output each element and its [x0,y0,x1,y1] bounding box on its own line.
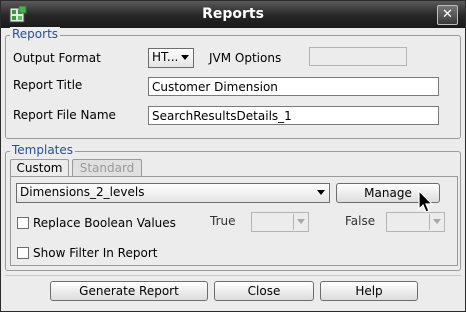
false-label: False [345,214,376,228]
close-window-button[interactable]: ✕ [437,5,458,25]
chevron-down-icon [297,219,305,224]
replace-boolean-checkbox[interactable] [17,217,29,229]
templates-group-legend: Templates [10,143,76,157]
output-format-select[interactable]: HT... [148,48,194,68]
chevron-down-icon [433,219,441,224]
show-filter-checkbox[interactable] [17,247,29,259]
template-select-value: Dimensions_2_levels [20,185,145,199]
output-format-label: Output Format [13,51,101,65]
title-bar[interactable]: Reports ✕ [1,1,465,28]
chevron-down-icon [181,55,189,60]
generate-report-button[interactable]: Generate Report [50,281,208,301]
true-value-select[interactable] [251,212,309,232]
help-button[interactable]: Help [320,281,418,301]
dialog-title: Reports [202,6,264,22]
report-file-name-label: Report File Name [13,108,116,122]
report-title-label: Report Title [13,78,83,92]
button-bar-separator [5,275,461,276]
chevron-down-icon [317,190,325,195]
jvm-options-field[interactable] [309,47,407,66]
mouse-pointer-icon [418,190,434,213]
output-format-value: HT... [152,50,179,64]
template-select[interactable]: Dimensions_2_levels [16,183,330,203]
reports-dialog: Reports ✕ Reports Output Format HT... JV… [0,0,466,312]
report-title-field[interactable]: Customer Dimension [148,77,439,96]
jvm-options-label: JVM Options [209,51,282,65]
false-value-select[interactable] [386,212,445,232]
tab-standard[interactable]: Standard [72,159,142,177]
tab-custom[interactable]: Custom [10,159,69,177]
true-label: True [210,214,236,228]
reports-group-legend: Reports [10,27,61,41]
report-file-name-field[interactable]: SearchResultsDetails_1 [148,106,439,125]
replace-boolean-label: Replace Boolean Values [33,216,176,230]
show-filter-label: Show Filter In Report [33,246,158,260]
close-button[interactable]: Close [214,281,314,301]
